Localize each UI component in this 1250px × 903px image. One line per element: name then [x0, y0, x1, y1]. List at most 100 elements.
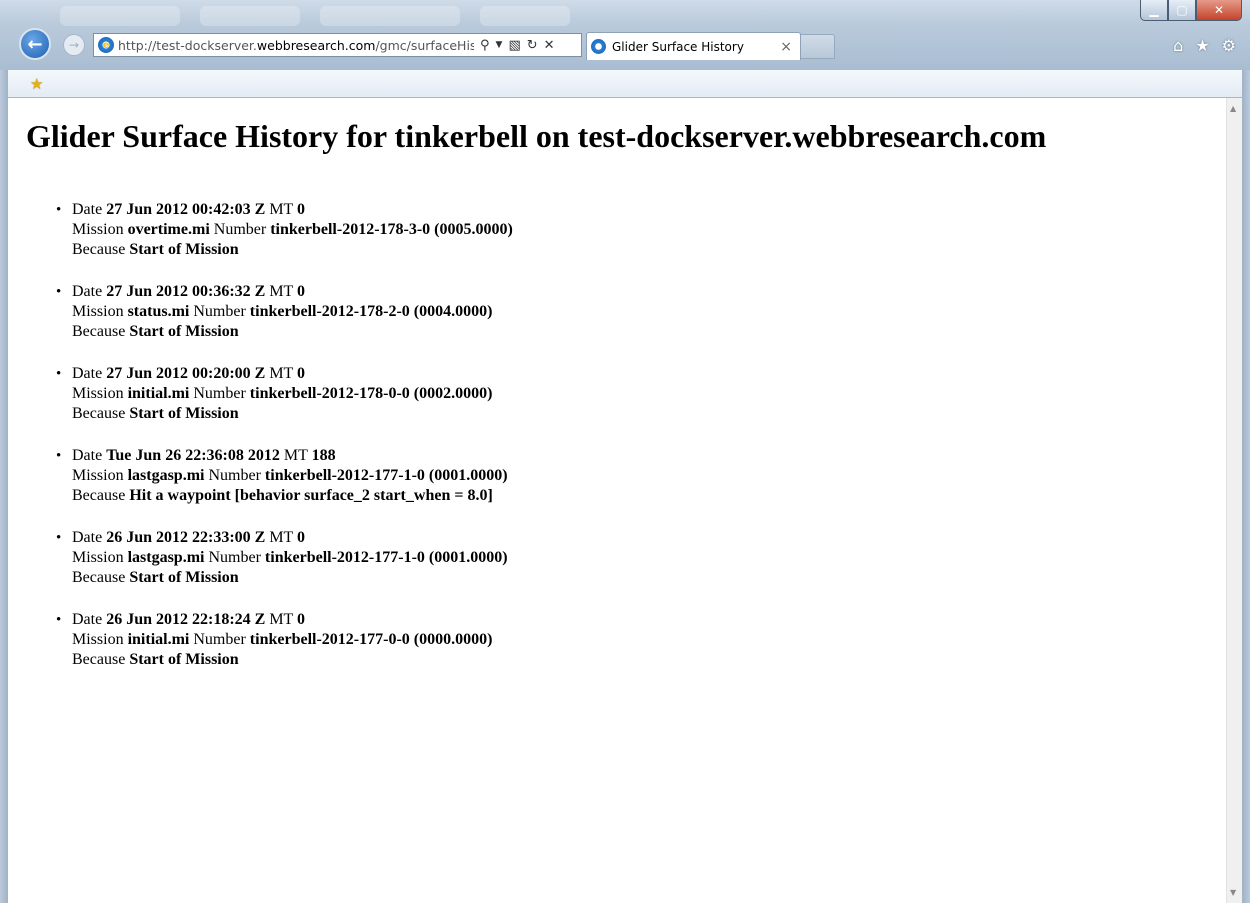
entry-mt: 188 — [311, 447, 336, 464]
mission-label: Mission — [72, 221, 124, 238]
number-label: Number — [208, 549, 261, 566]
mt-label: MT — [269, 365, 294, 382]
entry-because: Start of Mission — [129, 651, 239, 668]
entry-number: tinkerbell-2012-178-3-0 (0005.0000) — [270, 221, 513, 238]
mt-label: MT — [269, 611, 294, 628]
date-label: Date — [72, 201, 103, 218]
url-text[interactable]: http://test-dockserver.webbresearch.com/… — [118, 38, 474, 53]
entry-mission: lastgasp.mi — [127, 467, 205, 484]
entry-mission: overtime.mi — [127, 221, 210, 238]
address-bar[interactable]: e http://test-dockserver.webbresearch.co… — [93, 33, 582, 57]
mt-label: MT — [269, 201, 294, 218]
close-window-button[interactable]: ✕ — [1196, 0, 1242, 21]
title-bar-blur — [480, 6, 570, 26]
list-item: Date 26 Jun 2012 22:33:00 Z MT 0 Mission… — [52, 528, 513, 588]
page-title: Glider Surface History for tinkerbell on… — [26, 118, 1047, 154]
stop-icon[interactable]: ✕ — [544, 38, 555, 53]
entry-mt: 0 — [297, 365, 306, 382]
scroll-down-icon[interactable]: ▼ — [1230, 888, 1236, 897]
date-label: Date — [72, 365, 103, 382]
tab-title: Glider Surface History — [612, 39, 744, 54]
settings-gear-icon[interactable]: ⚙ — [1222, 36, 1236, 55]
maximize-button[interactable]: ▢ — [1168, 0, 1196, 21]
entry-date: 27 Jun 2012 00:36:32 Z — [106, 283, 266, 300]
address-bar-buttons: ⚲ ▼ ▧ ↻ ✕ — [480, 38, 555, 53]
window-frame-left — [0, 70, 8, 903]
title-bar-blur — [320, 6, 460, 26]
number-label: Number — [213, 221, 267, 238]
ie-page-icon — [591, 39, 606, 54]
close-tab-icon[interactable]: × — [780, 39, 792, 55]
tab-glider-surface-history[interactable]: Glider Surface History × — [586, 32, 801, 60]
url-prefix: http://test-dockserver. — [118, 37, 257, 53]
back-button[interactable]: ← — [19, 28, 51, 60]
url-host: webbresearch.com — [256, 37, 376, 53]
favorites-star-icon[interactable]: ★ — [1195, 36, 1209, 55]
entry-date: 27 Jun 2012 00:42:03 Z — [106, 201, 266, 218]
list-item: Date 27 Jun 2012 00:20:00 Z MT 0 Mission… — [52, 364, 513, 424]
ie-page-icon: e — [98, 37, 114, 53]
list-item: Date 27 Jun 2012 00:42:03 Z MT 0 Mission… — [52, 200, 513, 260]
window-frame-right — [1242, 70, 1250, 903]
entry-number: tinkerbell-2012-178-0-0 (0002.0000) — [249, 385, 493, 402]
surface-history-list: Date 27 Jun 2012 00:42:03 Z MT 0 Mission… — [52, 200, 513, 692]
entry-mt: 0 — [297, 283, 306, 300]
add-favorites-icon[interactable]: ★ — [30, 75, 43, 93]
entry-number: tinkerbell-2012-178-2-0 (0004.0000) — [249, 303, 493, 320]
entry-mt: 0 — [297, 201, 306, 218]
vertical-scrollbar[interactable]: ▲ ▼ — [1226, 98, 1242, 903]
entry-mission: lastgasp.mi — [127, 549, 205, 566]
entry-date: 26 Jun 2012 22:18:24 Z — [106, 611, 266, 628]
compatibility-view-icon[interactable]: ▧ — [508, 38, 520, 53]
home-icon[interactable]: ⌂ — [1173, 36, 1183, 55]
entry-because: Start of Mission — [129, 405, 239, 422]
forward-button[interactable]: → — [63, 34, 85, 56]
because-label: Because — [72, 651, 126, 668]
because-label: Because — [72, 569, 126, 586]
search-icon[interactable]: ⚲ — [480, 38, 490, 53]
refresh-icon[interactable]: ↻ — [527, 38, 538, 53]
window-controls: ▁ ▢ ✕ — [1140, 0, 1242, 22]
minimize-button[interactable]: ▁ — [1140, 0, 1168, 21]
command-icons: ⌂ ★ ⚙ — [1173, 36, 1236, 55]
entry-date: 27 Jun 2012 00:20:00 Z — [106, 365, 266, 382]
number-label: Number — [193, 303, 246, 320]
entry-number: tinkerbell-2012-177-0-0 (0000.0000) — [249, 631, 493, 648]
forward-arrow-icon: → — [68, 38, 80, 52]
url-suffix: /gmc/surfaceHistory.p — [375, 37, 474, 53]
date-label: Date — [72, 447, 103, 464]
date-label: Date — [72, 611, 103, 628]
date-label: Date — [72, 283, 103, 300]
mt-label: MT — [269, 529, 294, 546]
title-bar-blur — [200, 6, 300, 26]
number-label: Number — [193, 385, 246, 402]
because-label: Because — [72, 487, 126, 504]
list-item: Date 26 Jun 2012 22:18:24 Z MT 0 Mission… — [52, 610, 513, 670]
entry-mt: 0 — [297, 529, 306, 546]
entry-because: Hit a waypoint [behavior surface_2 start… — [129, 487, 493, 504]
entry-mission: status.mi — [127, 303, 190, 320]
mission-label: Mission — [72, 631, 124, 648]
mission-label: Mission — [72, 303, 124, 320]
new-tab-button[interactable] — [801, 34, 835, 59]
entry-number: tinkerbell-2012-177-1-0 (0001.0000) — [264, 549, 508, 566]
page-content: Glider Surface History for tinkerbell on… — [8, 98, 1226, 903]
list-item: Date Tue Jun 26 22:36:08 2012 MT 188 Mis… — [52, 446, 513, 506]
mission-label: Mission — [72, 385, 124, 402]
entry-mission: initial.mi — [127, 385, 190, 402]
title-bar-blur — [60, 6, 180, 26]
entry-because: Start of Mission — [129, 241, 239, 258]
scroll-up-icon[interactable]: ▲ — [1230, 104, 1236, 113]
back-arrow-icon: ← — [27, 33, 43, 55]
entry-mission: initial.mi — [127, 631, 190, 648]
because-label: Because — [72, 241, 126, 258]
dropdown-icon[interactable]: ▼ — [496, 40, 503, 50]
mission-label: Mission — [72, 467, 124, 484]
date-label: Date — [72, 529, 103, 546]
number-label: Number — [208, 467, 261, 484]
entry-because: Start of Mission — [129, 569, 239, 586]
mission-label: Mission — [72, 549, 124, 566]
list-item: Date 27 Jun 2012 00:36:32 Z MT 0 Mission… — [52, 282, 513, 342]
because-label: Because — [72, 405, 126, 422]
mt-label: MT — [283, 447, 308, 464]
